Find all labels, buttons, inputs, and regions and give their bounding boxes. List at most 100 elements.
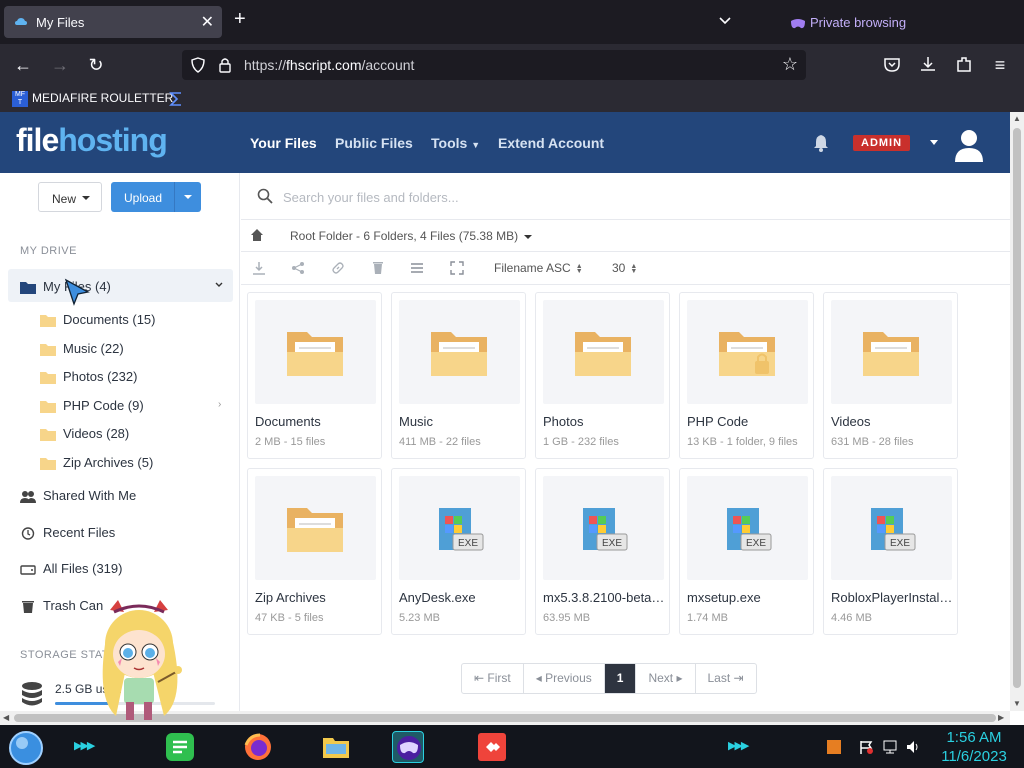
scroll-left-icon[interactable]: ◀ xyxy=(3,713,9,722)
bookmark-second[interactable] xyxy=(168,91,188,107)
file-card[interactable]: Photos 1 GB - 232 files xyxy=(535,292,670,459)
breadcrumb-root-folder[interactable]: Root Folder - 6 Folders, 4 Files (75.38 … xyxy=(290,229,518,243)
file-card[interactable]: EXE mxsetup.exe 1.74 MB xyxy=(679,468,814,635)
tracking-shield-icon[interactable] xyxy=(190,57,206,73)
reload-icon[interactable]: ↻ xyxy=(85,54,107,76)
sidebar-folder-documents[interactable]: Documents (15) xyxy=(40,312,155,328)
file-thumbnail[interactable]: EXE xyxy=(399,476,520,580)
anydesk-icon[interactable] xyxy=(476,731,508,763)
network-icon[interactable] xyxy=(882,739,898,755)
back-icon[interactable]: ← xyxy=(12,54,34,76)
file-card[interactable]: Music 411 MB - 22 files xyxy=(391,292,526,459)
list-all-tabs-icon[interactable] xyxy=(716,12,734,30)
file-card[interactable]: PHP Code 13 KB - 1 folder, 9 files xyxy=(679,292,814,459)
address-bar[interactable]: https://fhscript.com/account ☆ xyxy=(182,50,806,80)
file-thumbnail[interactable] xyxy=(831,300,952,404)
nav-extend-account[interactable]: Extend Account xyxy=(498,135,604,151)
notes-app-icon[interactable] xyxy=(164,731,196,763)
file-thumbnail[interactable]: EXE xyxy=(543,476,664,580)
pagination-first[interactable]: ⇤ First xyxy=(462,664,524,693)
bookmark-star-icon[interactable]: ☆ xyxy=(782,54,798,75)
file-thumbnail[interactable] xyxy=(543,300,664,404)
vertical-scroll-thumb[interactable] xyxy=(1013,128,1021,688)
scroll-down-icon[interactable]: ▼ xyxy=(1013,699,1021,708)
pocket-icon[interactable] xyxy=(883,56,901,74)
file-thumbnail[interactable]: EXE xyxy=(687,476,808,580)
sidebar-folder-php-code[interactable]: PHP Code (9) xyxy=(40,398,144,414)
sidebar-item-all-files[interactable]: All Files (319) xyxy=(20,561,122,576)
sidebar-item-recent-files[interactable]: Recent Files xyxy=(20,525,115,540)
tray-app-icon[interactable] xyxy=(826,739,842,755)
admin-badge[interactable]: ADMIN xyxy=(853,135,911,151)
sidebar-folder-music[interactable]: Music (22) xyxy=(40,341,124,357)
file-card[interactable]: Documents 2 MB - 15 files xyxy=(247,292,382,459)
file-name[interactable]: Videos xyxy=(831,414,954,429)
search-input[interactable] xyxy=(283,187,783,207)
private-browser-taskbar-button[interactable] xyxy=(392,731,424,763)
file-thumbnail[interactable] xyxy=(255,476,376,580)
per-page-select[interactable]: 30 ▲ ▼ xyxy=(612,261,637,275)
nav-public-files[interactable]: Public Files xyxy=(335,135,413,151)
lock-icon[interactable] xyxy=(218,57,232,73)
file-name[interactable]: Documents xyxy=(255,414,378,429)
file-name[interactable]: Music xyxy=(399,414,522,429)
chevron-right-icon[interactable]: › xyxy=(218,399,221,410)
downloads-icon[interactable] xyxy=(919,55,937,73)
firefox-icon[interactable] xyxy=(242,731,274,763)
bookmark-mediafire-rouletter[interactable]: MF T MEDIAFIRE ROULETTER xyxy=(12,91,173,107)
file-name[interactable]: mxsetup.exe xyxy=(687,590,810,605)
chevron-down-icon[interactable] xyxy=(215,281,223,289)
download-icon[interactable] xyxy=(252,261,266,275)
vertical-scrollbar[interactable]: ▲ ▼ xyxy=(1010,112,1024,711)
file-card[interactable]: EXE RobloxPlayerInstaller.exe 4.46 MB xyxy=(823,468,958,635)
link-icon[interactable] xyxy=(331,261,345,275)
fullscreen-icon[interactable] xyxy=(450,261,464,275)
sidebar-folder-videos[interactable]: Videos (28) xyxy=(40,426,129,442)
new-button[interactable]: New xyxy=(38,182,102,212)
nav-tools[interactable]: Tools ▼ xyxy=(431,135,480,151)
trash-icon[interactable] xyxy=(371,261,385,275)
file-card[interactable]: EXE AnyDesk.exe 5.23 MB xyxy=(391,468,526,635)
volume-icon[interactable] xyxy=(905,739,921,755)
file-thumbnail[interactable]: EXE xyxy=(831,476,952,580)
sidebar-folder-photos[interactable]: Photos (232) xyxy=(40,369,137,385)
sidebar-folder-zip-archives[interactable]: Zip Archives (5) xyxy=(40,455,153,471)
file-thumbnail[interactable] xyxy=(399,300,520,404)
filehosting-logo[interactable]: filehosting xyxy=(16,122,168,159)
system-clock[interactable]: 1:56 AM 11/6/2023 xyxy=(932,728,1016,766)
breadcrumb-caret-icon[interactable] xyxy=(524,235,532,239)
file-card[interactable]: EXE mx5.3.8.2100-beta.exe 63.95 MB xyxy=(535,468,670,635)
pagination-previous[interactable]: ◂ Previous xyxy=(524,664,605,693)
sort-select[interactable]: Filename ASC ▲ ▼ xyxy=(494,261,583,275)
upload-options-caret-icon[interactable] xyxy=(184,195,192,199)
file-name[interactable]: Photos xyxy=(543,414,666,429)
file-card[interactable]: Videos 631 MB - 28 files xyxy=(823,292,958,459)
user-avatar-icon[interactable] xyxy=(953,128,985,162)
nav-your-files[interactable]: Your Files xyxy=(250,135,317,151)
file-name[interactable]: PHP Code xyxy=(687,414,810,429)
scroll-up-icon[interactable]: ▲ xyxy=(1013,114,1021,123)
file-thumbnail[interactable] xyxy=(687,300,808,404)
close-tab-icon[interactable]: ✕ xyxy=(201,12,214,32)
file-name[interactable]: Zip Archives xyxy=(255,590,378,605)
new-tab-button[interactable]: + xyxy=(234,9,246,29)
browser-tab-my-files[interactable]: My Files ✕ xyxy=(4,6,222,38)
pagination-current-page[interactable]: 1 xyxy=(604,664,637,693)
forward-icon[interactable]: → xyxy=(49,54,71,76)
list-view-icon[interactable] xyxy=(410,261,424,275)
pagination-next[interactable]: Next ▸ xyxy=(636,664,696,693)
file-explorer-icon[interactable] xyxy=(320,731,352,763)
start-orb-icon[interactable] xyxy=(8,730,44,766)
file-name[interactable]: mx5.3.8.2100-beta.exe xyxy=(543,590,666,605)
action-center-flag-icon[interactable] xyxy=(858,739,874,755)
file-name[interactable]: RobloxPlayerInstaller.exe xyxy=(831,590,954,605)
pagination-last[interactable]: Last ⇥ xyxy=(696,664,756,693)
share-icon[interactable] xyxy=(291,261,305,275)
extensions-icon[interactable] xyxy=(955,55,973,73)
upload-button[interactable]: Upload xyxy=(111,182,201,212)
file-thumbnail[interactable] xyxy=(255,300,376,404)
account-menu-caret-icon[interactable] xyxy=(930,140,938,145)
sidebar-item-shared-with-me[interactable]: Shared With Me xyxy=(20,488,136,504)
scroll-right-icon[interactable]: ▶ xyxy=(998,713,1004,722)
notifications-bell-icon[interactable] xyxy=(812,134,830,152)
